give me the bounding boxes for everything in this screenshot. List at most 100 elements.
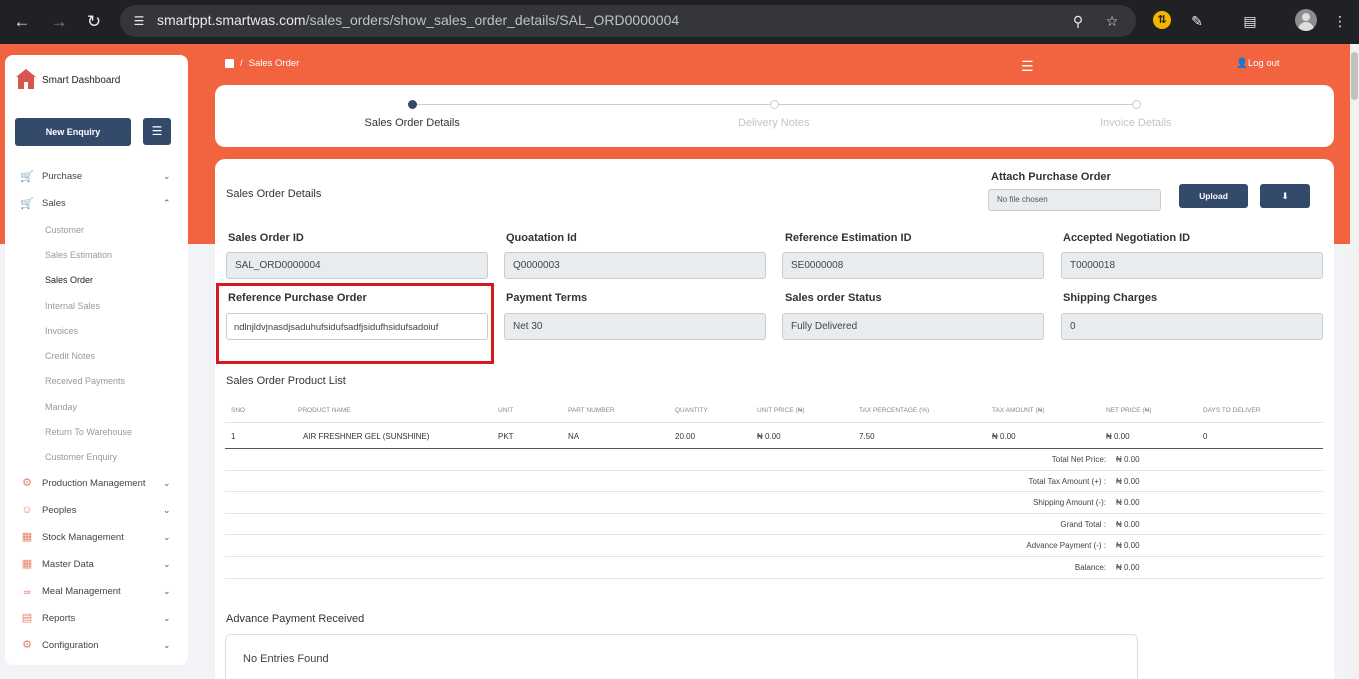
sidebar-item-label: Production Management: [42, 477, 146, 489]
column-header: NET PRICE (₦): [1106, 407, 1152, 414]
sidebar-item-label: Master Data: [42, 558, 94, 570]
accepted-negotiation-id-field[interactable]: T0000018: [1061, 252, 1323, 279]
column-header: TAX PERCENTAGE (%): [859, 407, 930, 414]
summary-row: Grand Total : ₦ 0.00: [225, 514, 1323, 536]
sidebar-item-purchase[interactable]: 🛒 Purchase ⌄: [5, 163, 188, 190]
chevron-down-icon: ⌄: [163, 531, 171, 542]
ref-estimation-id-field[interactable]: SE0000008: [782, 252, 1044, 279]
file-input[interactable]: No file chosen: [988, 189, 1161, 211]
sidebar-toggle-icon[interactable]: ☰: [143, 118, 171, 145]
chevron-down-icon: ⌄: [163, 504, 171, 515]
reload-icon[interactable]: ↻: [82, 10, 106, 34]
table-cell: 20.00: [675, 432, 696, 441]
payment-terms-label: Payment Terms: [506, 292, 588, 304]
download-button[interactable]: ⬇: [1260, 184, 1310, 208]
sidebar-item-label: Configuration: [42, 639, 99, 651]
sidebar-subitem-received-payments[interactable]: Received Payments: [5, 369, 188, 394]
sales-order-status-label: Sales order Status: [785, 292, 882, 304]
chevron-down-icon: ⌄: [163, 171, 171, 181]
ref-estimation-id-label: Reference Estimation ID: [785, 232, 912, 244]
table-row: 1 AIR FRESHNER GEL (SUNSHINE) PKT NA 20.00 ₦ …: [225, 423, 1323, 449]
brand[interactable]: Smart Dashboard: [15, 69, 120, 91]
summary-value: ₦ 0.00: [1116, 455, 1140, 464]
sidebar-subitem-customer-enquiry[interactable]: Customer Enquiry: [5, 445, 188, 470]
profile-avatar[interactable]: [1295, 9, 1317, 31]
step-dot[interactable]: [408, 100, 417, 109]
summary-label: Balance:: [1074, 562, 1106, 572]
sidebar-subitem-manday[interactable]: Manday: [5, 394, 188, 419]
sidebar-subitem-credit-notes[interactable]: Credit Notes: [5, 343, 188, 368]
sidebar-subitem-invoices[interactable]: Invoices: [5, 318, 188, 343]
home-icon[interactable]: [225, 59, 234, 68]
sales-order-card: Sales Order Details Attach Purchase Orde…: [215, 159, 1334, 679]
product-list-title: Sales Order Product List: [226, 375, 346, 387]
summary-value: ₦ 0.00: [1116, 562, 1140, 572]
sales-icon: 🛒: [20, 197, 34, 210]
extension-icon[interactable]: ⇅: [1153, 11, 1171, 29]
logout-link[interactable]: 👤Log out: [1236, 58, 1280, 69]
cart-icon: 🛒: [20, 170, 34, 183]
kebab-menu-icon[interactable]: ⋮: [1330, 11, 1350, 31]
extensions-puzzle-icon[interactable]: ✎: [1187, 11, 1207, 31]
summary-value: ₦ 0.00: [1116, 519, 1140, 529]
sidebar-item-reports[interactable]: ▤ Reports ⌄: [5, 605, 188, 632]
summary-label: Total Tax Amount (+) :: [1028, 476, 1106, 486]
summary-label: Total Net Price:: [1051, 455, 1106, 464]
sidebar-subitem-return-to-warehouse[interactable]: Return To Warehouse: [5, 419, 188, 444]
url-text[interactable]: smartppt.smartwas.com/sales_orders/show_…: [157, 12, 679, 28]
column-header: PRODUCT NAME: [298, 407, 351, 414]
sidebar-item-meal-management[interactable]: ☕ Meal Management ⌄: [5, 578, 188, 605]
summary-value: ₦ 0.00: [1116, 498, 1140, 508]
sidebar-subitem-sales-estimation[interactable]: Sales Estimation: [5, 242, 188, 267]
reading-list-icon[interactable]: ▤: [1240, 11, 1260, 31]
download-icon: ⬇: [1281, 191, 1289, 201]
sidebar-subitem-internal-sales[interactable]: Internal Sales: [5, 293, 188, 318]
step-label[interactable]: Delivery Notes: [738, 117, 810, 129]
bookmark-star-icon[interactable]: ☆: [1102, 11, 1122, 31]
address-bar[interactable]: ☰ smartppt.smartwas.com/sales_orders/sho…: [120, 5, 1136, 37]
forward-arrow-icon[interactable]: →: [47, 10, 71, 34]
step-label[interactable]: Invoice Details: [1100, 117, 1172, 129]
table-header: SNO PRODUCT NAME UNIT PART NUMBER QUANTITY UN…: [225, 399, 1323, 423]
sidebar-item-peoples[interactable]: ☺ Peoples ⌄: [5, 497, 188, 524]
table-cell: ₦ 0.00: [1106, 432, 1130, 441]
sidebar-item-configuration[interactable]: ⚙ Configuration ⌄: [5, 632, 188, 659]
chevron-down-icon: ⌄: [163, 612, 171, 623]
store-logo-icon: [15, 69, 37, 91]
sidebar-item-stock-management[interactable]: ▦ Stock Management ⌄: [5, 524, 188, 551]
payment-terms-field[interactable]: Net 30: [504, 313, 766, 340]
page-scrollbar[interactable]: [1350, 44, 1359, 679]
quotation-id-field[interactable]: Q0000003: [504, 252, 766, 279]
hamburger-icon[interactable]: ☰: [1021, 58, 1034, 75]
summary-label: Shipping Amount (-):: [1033, 498, 1106, 508]
upload-button[interactable]: Upload: [1179, 184, 1248, 208]
sales-order-id-field[interactable]: SAL_ORD0000004: [226, 252, 488, 279]
sidebar-subitem-customer[interactable]: Customer: [5, 217, 188, 242]
product-table: SNO PRODUCT NAME UNIT PART NUMBER QUANTITY UN…: [225, 399, 1323, 579]
column-header: UNIT: [498, 407, 514, 414]
table-cell: ₦ 0.00: [757, 432, 781, 441]
sidebar-item-sales[interactable]: 🛒 Sales ⌃: [5, 190, 188, 217]
sidebar-item-master-data[interactable]: ▦ Master Data ⌄: [5, 551, 188, 578]
column-header: SNO: [231, 407, 246, 414]
table-cell: 7.50: [859, 432, 875, 441]
sales-order-status-field[interactable]: Fully Delivered: [782, 313, 1044, 340]
new-enquiry-button[interactable]: New Enquiry: [15, 118, 131, 146]
zoom-icon[interactable]: ⚲: [1068, 11, 1088, 31]
shipping-charges-field[interactable]: 0: [1061, 313, 1323, 340]
ref-purchase-order-field[interactable]: ndlnjldvjnasdjsaduhufsidufsadfjsidufhsid…: [226, 313, 488, 340]
column-header: UNIT PRICE (₦): [757, 407, 805, 414]
scrollbar-thumb[interactable]: [1351, 52, 1358, 100]
site-settings-icon[interactable]: ☰: [130, 12, 148, 30]
master-data-icon: ▦: [21, 558, 33, 571]
back-arrow-icon[interactable]: ←: [10, 10, 34, 34]
step-dot[interactable]: [770, 100, 779, 109]
sidebar-subitem-sales-order[interactable]: Sales Order: [5, 268, 188, 293]
step-dot[interactable]: [1132, 100, 1141, 109]
stock-icon: ▦: [21, 531, 33, 544]
step-label[interactable]: Sales Order Details: [365, 117, 460, 129]
summary-label: Advance Payment (-) :: [1026, 541, 1106, 551]
reports-icon: ▤: [21, 612, 33, 625]
summary-row: Advance Payment (-) : ₦ 0.00: [225, 535, 1323, 557]
sidebar-item-production-management[interactable]: ⚙ Production Management ⌄: [5, 470, 188, 497]
